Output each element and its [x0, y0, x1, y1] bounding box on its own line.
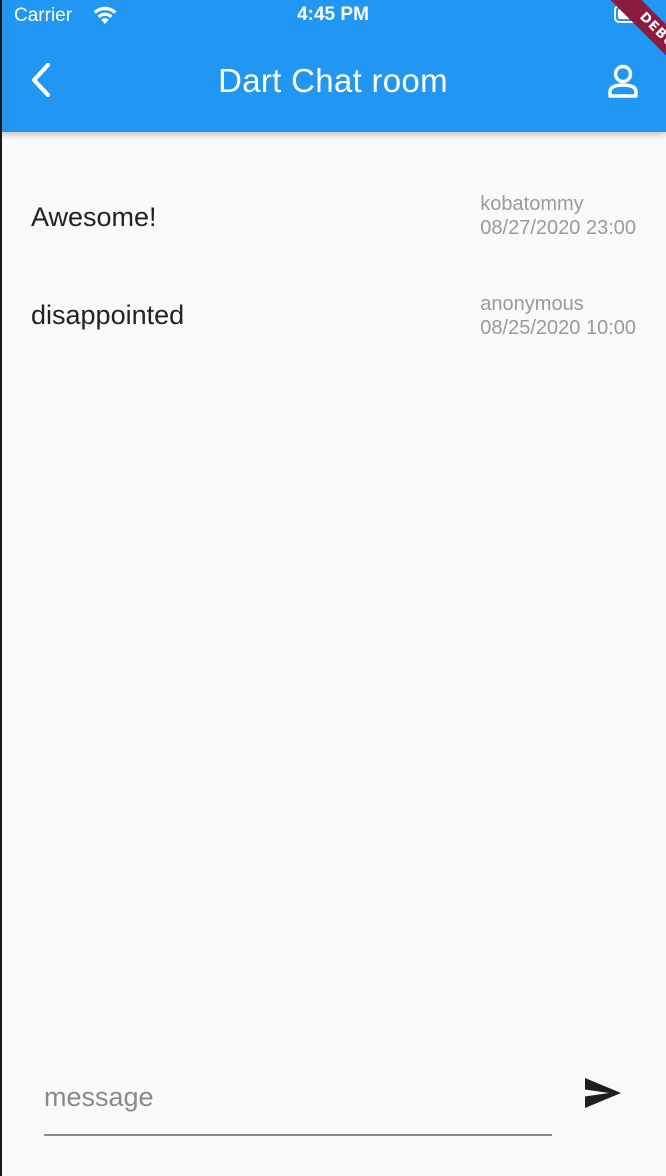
- message-author: anonymous: [480, 293, 584, 315]
- message-meta: anonymous 08/25/2020 10:00: [480, 292, 636, 340]
- list-item[interactable]: disappointed anonymous 08/25/2020 10:00: [0, 282, 666, 378]
- message-timestamp: 08/27/2020 23:00: [480, 217, 636, 239]
- navigation-bar: Dart Chat room: [0, 32, 666, 132]
- message-text: disappointed: [31, 300, 185, 330]
- status-bar: Carrier 4:45 PM: [0, 0, 666, 32]
- message-meta: kobatommy 08/27/2020 23:00: [480, 192, 636, 240]
- send-icon: [583, 1076, 623, 1115]
- battery-icon: [614, 5, 648, 23]
- profile-button[interactable]: [600, 60, 646, 106]
- message-timestamp: 08/25/2020 10:00: [480, 317, 636, 339]
- list-item[interactable]: Awesome! kobatommy 08/27/2020 23:00: [0, 182, 666, 278]
- message-input[interactable]: [44, 1060, 552, 1136]
- person-outline-icon: [607, 64, 639, 103]
- page-title: Dart Chat room: [218, 62, 448, 99]
- app-bar: Carrier 4:45 PM Dart Chat room DEBUG: [0, 0, 666, 132]
- chat-screen: Carrier 4:45 PM Dart Chat room DEBUG Awe…: [0, 0, 666, 1176]
- send-button[interactable]: [578, 1070, 628, 1120]
- message-author: kobatommy: [480, 193, 584, 215]
- status-time: 4:45 PM: [297, 4, 369, 25]
- message-text: Awesome!: [31, 202, 157, 232]
- message-composer: [0, 1060, 666, 1176]
